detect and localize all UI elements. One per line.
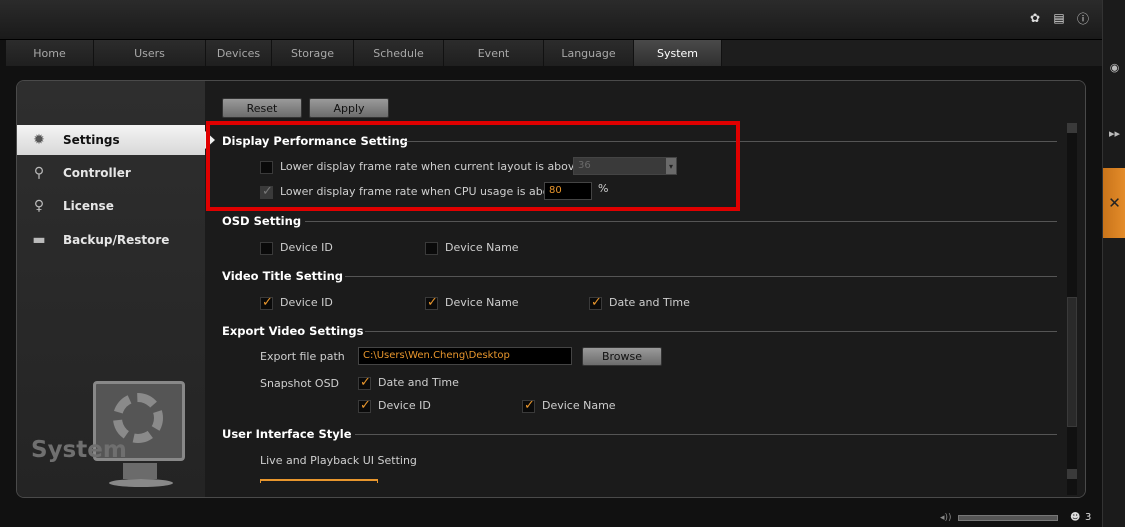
section-title-ui-style: User Interface Style xyxy=(222,427,352,441)
osd-device-name-label: Device Name xyxy=(445,241,519,254)
snapshot-device-name-label: Device Name xyxy=(542,399,616,412)
export-path-label: Export file path xyxy=(260,350,345,363)
sidebar-footer-label: System xyxy=(31,437,127,463)
folder-icon: ▬ xyxy=(32,232,46,248)
divider xyxy=(305,221,1057,222)
title-device-id-label: Device ID xyxy=(280,296,333,309)
tab-language[interactable]: Language xyxy=(544,40,634,66)
gear-icon xyxy=(113,393,163,443)
sidebar-item-settings[interactable]: ✹ Settings xyxy=(17,125,205,155)
export-path-input[interactable]: C:\Users\Wen.Cheng\Desktop xyxy=(358,347,572,365)
top-bar: ✿ ▤ ⓘ xyxy=(0,0,1102,40)
tab-devices[interactable]: Devices xyxy=(206,40,272,66)
snapshot-date-time-checkbox[interactable] xyxy=(358,375,371,390)
gear-icon: ✹ xyxy=(33,132,45,148)
osd-device-name-checkbox[interactable] xyxy=(425,242,438,255)
divider xyxy=(355,434,1057,435)
tab-event[interactable]: Event xyxy=(444,40,544,66)
tab-schedule[interactable]: Schedule xyxy=(354,40,444,66)
sidebar: ✹ Settings ⚲ Controller ♀ License ▬ Back… xyxy=(17,81,205,497)
divider xyxy=(345,276,1057,277)
sidebar-item-label: Backup/Restore xyxy=(63,233,170,247)
sidebar-item-label: Settings xyxy=(63,133,120,147)
top-icons: ✿ ▤ ⓘ xyxy=(1028,11,1090,26)
volume-slider[interactable] xyxy=(958,515,1058,521)
sidebar-item-controller[interactable]: ⚲ Controller xyxy=(17,158,205,188)
user-count: 3 xyxy=(1085,512,1092,523)
right-panel-strip: ◉ ▸▸ ✕ xyxy=(1102,0,1125,527)
browse-button[interactable]: Browse xyxy=(582,347,662,366)
expand-icon[interactable]: ▸▸ xyxy=(1103,122,1125,144)
gear-icon[interactable]: ✿ xyxy=(1028,11,1042,25)
title-device-name-label: Device Name xyxy=(445,296,519,309)
section-title-export-video: Export Video Settings xyxy=(222,324,364,338)
sidebar-item-backup-restore[interactable]: ▬ Backup/Restore xyxy=(17,225,205,255)
scroll-up-arrow[interactable] xyxy=(1067,123,1077,133)
title-device-name-checkbox[interactable] xyxy=(425,295,438,310)
monitor-stand xyxy=(123,463,157,479)
snapshot-device-id-checkbox[interactable] xyxy=(358,398,371,413)
snapshot-device-id-label: Device ID xyxy=(378,399,431,412)
sidebar-item-label: License xyxy=(63,199,114,213)
info-icon[interactable]: ⓘ xyxy=(1076,11,1090,26)
divider xyxy=(365,331,1057,332)
section-title-osd: OSD Setting xyxy=(222,214,302,228)
joystick-icon: ⚲ xyxy=(33,165,45,181)
section-title-video-title: Video Title Setting xyxy=(222,269,344,283)
ui-style-option[interactable] xyxy=(260,479,378,483)
title-date-time-checkbox[interactable] xyxy=(589,295,602,310)
title-device-id-checkbox[interactable] xyxy=(260,295,273,310)
monitor-base xyxy=(109,479,173,487)
tab-system[interactable]: System xyxy=(634,40,722,66)
scroll-down-arrow[interactable] xyxy=(1067,469,1077,479)
snapshot-osd-label: Snapshot OSD xyxy=(260,377,340,390)
osd-device-id-label: Device ID xyxy=(280,241,333,254)
eye-icon[interactable]: ◉ xyxy=(1103,56,1125,78)
document-icon[interactable]: ▤ xyxy=(1052,11,1066,25)
tab-home[interactable]: Home xyxy=(6,40,94,66)
title-date-time-label: Date and Time xyxy=(609,296,690,309)
tab-storage[interactable]: Storage xyxy=(272,40,354,66)
users-icon: ☻ xyxy=(1070,512,1081,523)
ui-style-sub-label: Live and Playback UI Setting xyxy=(260,454,417,467)
sidebar-item-label: Controller xyxy=(63,166,131,180)
main-tabs: Home Users Devices Storage Schedule Even… xyxy=(6,40,1102,66)
osd-device-id-checkbox[interactable] xyxy=(260,242,273,255)
apply-button[interactable]: Apply xyxy=(309,98,389,118)
tab-users[interactable]: Users xyxy=(94,40,206,66)
highlight-box xyxy=(206,121,740,211)
sidebar-item-license[interactable]: ♀ License xyxy=(17,191,205,221)
volume-icon[interactable]: ◂)) xyxy=(940,513,952,523)
snapshot-date-time-label: Date and Time xyxy=(378,376,459,389)
tools-icon[interactable]: ✕ xyxy=(1103,168,1125,238)
scrollbar-thumb[interactable] xyxy=(1067,297,1077,427)
reset-button[interactable]: Reset xyxy=(222,98,302,118)
key-icon: ♀ xyxy=(33,198,45,214)
snapshot-device-name-checkbox[interactable] xyxy=(522,398,535,413)
status-bar: ◂)) ☻ 3 xyxy=(0,510,1102,527)
